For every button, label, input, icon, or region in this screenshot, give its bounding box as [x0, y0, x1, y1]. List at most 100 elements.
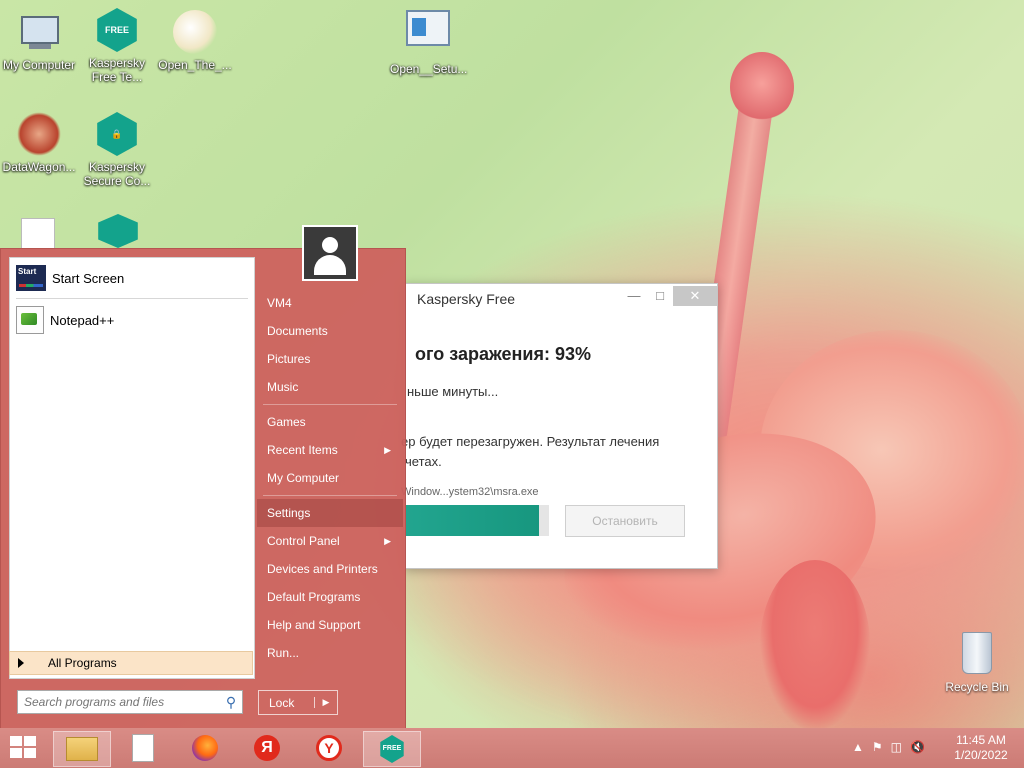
network-icon[interactable]: ◫ [891, 740, 902, 754]
volume-muted-icon[interactable]: 🔇 [910, 740, 925, 754]
reboot-notice-text: ер будет перезагружен. Результат лечения [401, 434, 660, 449]
start-menu: Start Start Screen Notepad++ All Program… [0, 225, 406, 730]
taskbar: Я Y FREE ▲ ⚑ ◫ 🔇 11:45 AM 1/20/2022 [0, 728, 1024, 768]
desktop-icon-recycle-bin[interactable]: Recycle Bin [940, 632, 1014, 694]
firefox-icon [192, 735, 218, 761]
window-title: Kaspersky Free [417, 291, 516, 307]
place-control-panel[interactable]: Control Panel ▶ [257, 527, 403, 555]
maximize-button[interactable]: □ [647, 286, 673, 306]
reboot-notice-text-2: четах. [405, 454, 442, 469]
divider [263, 404, 397, 405]
clock-date: 1/20/2022 [954, 748, 1008, 762]
taskbar-yandex-browser[interactable]: Y [301, 731, 357, 765]
time-remaining-text: ньше минуты... [407, 384, 499, 399]
wallpaper-flower-stigma [730, 52, 794, 122]
notepadpp-icon [16, 306, 44, 334]
place-my-computer[interactable]: My Computer [257, 464, 403, 492]
close-button[interactable]: ✕ [673, 286, 717, 306]
taskbar-yandex[interactable]: Я [239, 731, 295, 765]
recent-items-label: Recent Items [267, 443, 338, 457]
divider [16, 298, 248, 299]
desktop-icon-label: Kaspersky Secure Co... [83, 160, 151, 188]
taskbar-clock[interactable]: 11:45 AM 1/20/2022 [944, 733, 1018, 763]
kaspersky-free-icon: FREE [97, 8, 137, 52]
desktop-icon-label: My Computer [2, 58, 76, 72]
place-recent-items[interactable]: Recent Items ▶ [257, 436, 403, 464]
place-music[interactable]: Music [257, 373, 403, 401]
lock-label: Lock [269, 695, 295, 710]
document-icon [21, 218, 55, 250]
yandex-browser-icon: Y [316, 735, 342, 761]
place-settings[interactable]: Settings [257, 499, 403, 527]
place-default-programs[interactable]: Default Programs [257, 583, 403, 611]
start-menu-programs-pane: Start Start Screen Notepad++ [9, 257, 255, 679]
desktop-icon-open-setup[interactable]: Open__Setu... [390, 10, 468, 76]
action-center-flag-icon[interactable]: ⚑ [872, 740, 883, 754]
setup-window-icon [406, 10, 450, 46]
start-search-box[interactable]: ⚲ [17, 690, 243, 714]
place-user-folder[interactable]: VM4 [257, 289, 403, 317]
start-screen-icon: Start [16, 265, 46, 291]
desktop-icon-kaspersky-secure[interactable]: 🔒 Kaspersky Secure Co... [79, 112, 155, 188]
place-games[interactable]: Games [257, 408, 403, 436]
kaspersky-window[interactable]: Kaspersky Free — □ ✕ ого заражения: 93% … [401, 283, 718, 569]
user-avatar[interactable] [302, 225, 358, 281]
treatment-heading: ого заражения: 93% [415, 344, 591, 364]
shutdown-options-arrow-icon[interactable]: ▶ [314, 697, 337, 708]
all-programs-button[interactable]: All Programs [9, 651, 253, 675]
desktop-icon-open-the[interactable]: Open_The_... [157, 10, 233, 72]
desktop-icon-label: DataWagon... [2, 160, 76, 174]
folder-icon [66, 737, 98, 761]
desktop-icon-label: Open__Setu... [390, 62, 468, 76]
place-devices-printers[interactable]: Devices and Printers [257, 555, 403, 583]
program-notepadpp[interactable]: Notepad++ [16, 306, 114, 334]
clock-time: 11:45 AM [956, 733, 1006, 747]
window-titlebar[interactable]: Kaspersky Free — □ ✕ [405, 284, 717, 314]
submenu-arrow-icon: ▶ [384, 445, 391, 455]
divider [263, 495, 397, 496]
control-panel-label: Control Panel [267, 534, 340, 548]
start-button[interactable] [10, 736, 38, 760]
current-file-path: Window...ystem32\msra.exe [401, 486, 539, 498]
start-menu-places: VM4 Documents Pictures Music Games Recen… [257, 289, 403, 667]
all-programs-label: All Programs [48, 656, 117, 670]
desktop-icon-label: Kaspersky Free Te... [88, 56, 146, 84]
desktop-icon-kaspersky-free[interactable]: FREE Kaspersky Free Te... [79, 8, 155, 84]
kaspersky-secure-icon: 🔒 [97, 112, 137, 156]
kaspersky-password-icon [98, 214, 138, 248]
place-pictures[interactable]: Pictures [257, 345, 403, 373]
triangle-right-icon [18, 658, 24, 668]
system-tray: ▲ ⚑ ◫ 🔇 [852, 740, 925, 754]
stop-button[interactable]: Остановить [565, 505, 685, 537]
desktop-icon-label: Open_The_... [158, 58, 232, 72]
taskbar-file-explorer[interactable] [53, 731, 111, 767]
desktop-icon-kaspersky-other[interactable] [96, 214, 140, 252]
search-icon[interactable]: ⚲ [220, 694, 242, 711]
recycle-bin-icon [962, 632, 992, 674]
show-hidden-icons-button[interactable]: ▲ [852, 740, 864, 754]
search-input[interactable] [18, 694, 220, 710]
submenu-arrow-icon: ▶ [384, 536, 391, 546]
kaspersky-free-icon: FREE [380, 735, 404, 763]
setup-disc-icon [173, 10, 217, 54]
yandex-icon: Я [254, 735, 280, 761]
datawagon-icon [17, 112, 61, 156]
document-icon [132, 734, 154, 762]
taskbar-firefox[interactable] [177, 731, 233, 765]
lock-button[interactable]: Lock ▶ [258, 690, 338, 715]
place-documents[interactable]: Documents [257, 317, 403, 345]
taskbar-notepad[interactable] [115, 731, 171, 765]
minimize-button[interactable]: — [621, 286, 647, 306]
place-help-support[interactable]: Help and Support [257, 611, 403, 639]
program-label: Start Screen [52, 270, 125, 286]
wallpaper-petal [760, 560, 870, 730]
taskbar-kaspersky-free[interactable]: FREE [363, 731, 421, 767]
desktop-icon-label: Recycle Bin [945, 680, 1009, 694]
treatment-progress-bar [405, 505, 549, 536]
program-label: Notepad++ [50, 312, 115, 328]
desktop-icon-my-computer[interactable]: My Computer [1, 10, 77, 72]
desktop-icon-datawagon[interactable]: DataWagon... [1, 112, 77, 174]
computer-icon [17, 10, 61, 54]
place-run[interactable]: Run... [257, 639, 403, 667]
program-start-screen[interactable]: Start Start Screen [16, 264, 124, 292]
